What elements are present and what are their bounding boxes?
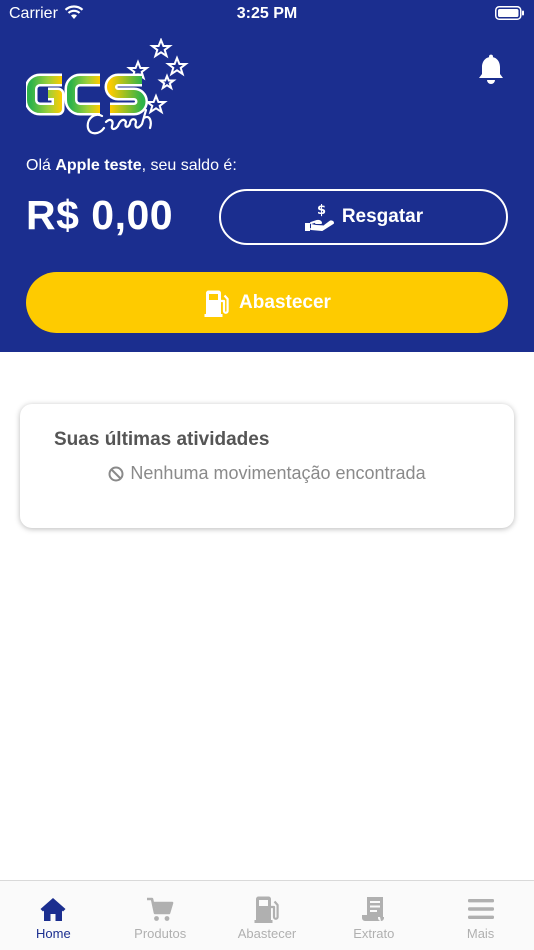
tab-extrato-label: Extrato [353, 926, 395, 941]
tab-mais-label: Mais [466, 926, 495, 941]
status-bar: Carrier 3:25 PM [0, 0, 534, 28]
tab-produtos[interactable]: Produtos [107, 881, 214, 950]
header: Carrier 3:25 PM Olá Apple teste, seu sal… [0, 0, 534, 352]
fuel-pump-icon [204, 290, 229, 317]
tab-mais[interactable]: Mais [427, 881, 534, 950]
battery-icon [495, 6, 524, 20]
tab-home-label: Home [36, 926, 71, 941]
greeting-prefix: Olá [26, 157, 56, 174]
tab-produtos-label: Produtos [134, 926, 187, 941]
activity-empty-text: Nenhuma movimentação encontrada [130, 463, 426, 483]
abastecer-button[interactable]: Abastecer [26, 272, 508, 333]
hand-money-icon: $ [304, 203, 334, 231]
tab-abastecer[interactable]: Abastecer [214, 881, 321, 950]
gcs-cash-logo [26, 38, 189, 135]
greeting-text: Olá Apple teste, seu saldo é: [26, 157, 237, 175]
user-name: Apple teste [55, 157, 142, 174]
greeting-suffix: , seu saldo é: [141, 157, 237, 174]
abastecer-label: Abastecer [239, 291, 331, 313]
tab-bar: Home Produtos Abastecer Extrato Mais [0, 880, 534, 950]
ban-icon [108, 466, 124, 481]
clock: 3:25 PM [236, 5, 298, 22]
notification-bell-icon[interactable] [476, 54, 506, 86]
resgatar-label: Resgatar [341, 206, 424, 227]
menu-icon [467, 899, 494, 919]
receipt-icon [361, 897, 384, 921]
activity-empty-state: Nenhuma movimentação encontrada [20, 463, 514, 484]
resgatar-button[interactable]: $ Resgatar [219, 189, 508, 245]
balance-amount: R$ 0,00 [26, 192, 174, 238]
tab-abastecer-label: Abastecer [237, 926, 297, 941]
tab-extrato[interactable]: Extrato [320, 881, 427, 950]
tab-home[interactable]: Home [0, 881, 107, 950]
fuel-pump-icon [254, 896, 279, 923]
home-icon [40, 898, 66, 921]
svg-text:$: $ [317, 203, 326, 218]
activity-title: Suas últimas atividades [54, 429, 270, 450]
activity-card: Suas últimas atividades Nenhuma moviment… [20, 404, 514, 528]
cart-icon [147, 897, 174, 921]
